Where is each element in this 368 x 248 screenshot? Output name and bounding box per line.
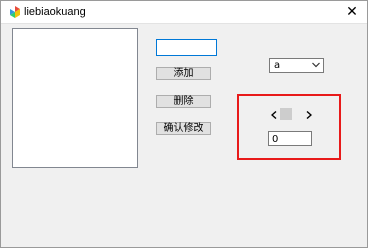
chevron-down-icon[interactable] [312,62,320,68]
close-icon[interactable]: ✕ [346,4,358,20]
chevron-left-icon[interactable] [271,110,277,119]
combo-box[interactable]: a [269,58,324,73]
horizontal-scrollbar[interactable] [269,107,314,122]
title-bar[interactable]: liebiaokuang ✕ [1,1,367,24]
confirm-modify-button[interactable]: 确认修改 [156,122,211,135]
delete-button[interactable]: 删除 [156,95,211,108]
scroll-thumb[interactable] [280,108,292,120]
app-icon [10,6,20,18]
window-title: liebiaokuang [24,6,86,18]
chevron-right-icon[interactable] [306,110,312,119]
text-input[interactable] [156,39,217,56]
client-area: 添加 删除 确认修改 a 0 [1,24,367,247]
combo-selected-value: a [274,60,281,71]
value-textbox[interactable]: 0 [268,131,312,146]
scroll-right-button[interactable] [304,107,314,122]
list-box[interactable] [12,28,138,168]
add-button[interactable]: 添加 [156,67,211,80]
main-window: liebiaokuang ✕ 添加 删除 确认修改 a 0 [0,0,368,248]
close-button[interactable]: ✕ [337,1,367,23]
scroll-left-button[interactable] [269,107,279,122]
highlight-box [237,94,341,160]
